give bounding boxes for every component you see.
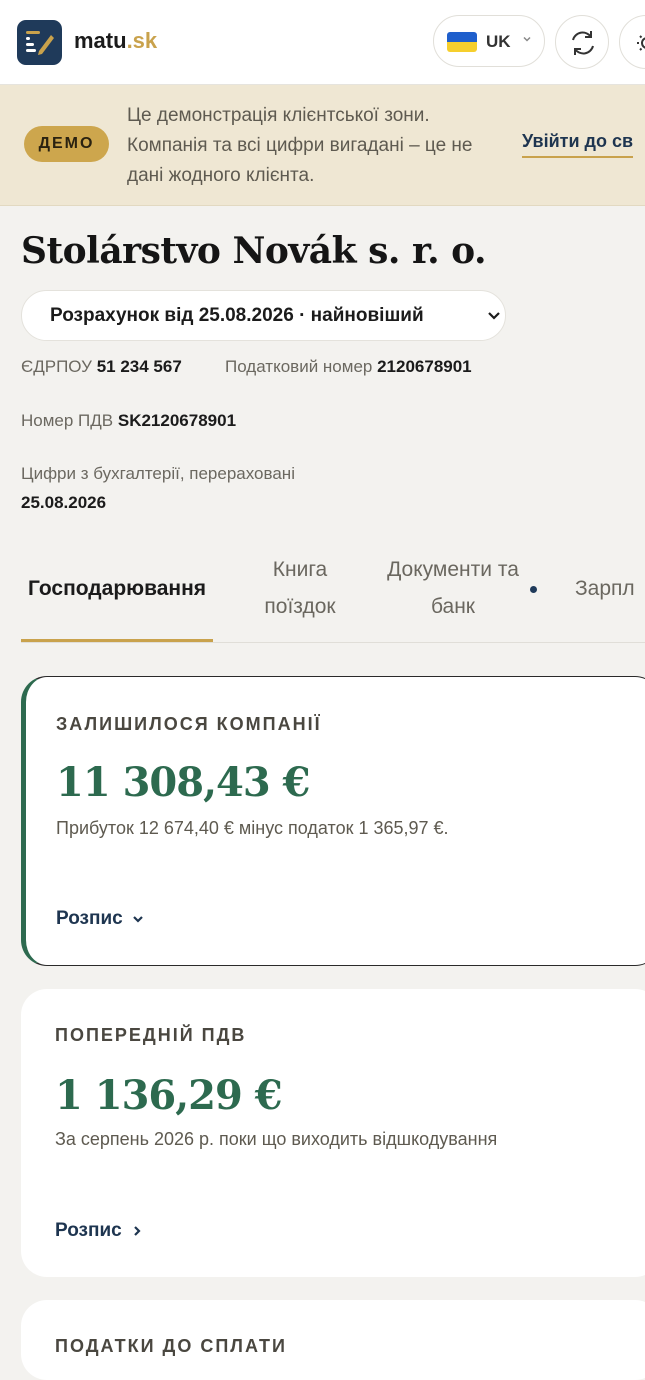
recalc-date: 25.08.2026	[21, 493, 107, 512]
tab-salary[interactable]: Зарпл	[575, 570, 635, 607]
refresh-icon	[572, 31, 594, 55]
tab-business[interactable]: Господарювання	[21, 570, 213, 607]
language-selector[interactable]: UK	[433, 15, 545, 67]
card-amount: 1 136,29 €	[55, 1072, 283, 1119]
company-name: Stolárstvo Novák s. r. o.	[21, 230, 487, 272]
taxes-to-pay-card: ПОДАТКИ ДО СПЛАТИ	[21, 1300, 645, 1380]
chevron-down-icon	[482, 303, 506, 332]
tab-documents-bank[interactable]: Документи та банк	[386, 551, 520, 625]
tax-number-value: 2120678901	[377, 357, 472, 376]
tax-number-row: Податковий номер 2120678901	[225, 357, 472, 377]
flag-ua-icon	[447, 32, 477, 52]
demo-badge: ДЕМО	[24, 126, 109, 162]
notification-dot	[530, 586, 537, 593]
login-link[interactable]: Увійти до св	[522, 131, 634, 158]
demo-banner-text: Це демонстрація клієнтської зони. Компан…	[127, 105, 473, 186]
edrpou-label: ЄДРПОУ	[21, 357, 92, 376]
vat-number-row: Номер ПДВ SK2120678901	[21, 411, 236, 431]
chevron-down-icon	[522, 33, 532, 47]
logo-wordmark[interactable]: matu.sk	[74, 28, 157, 54]
top-header: matu.sk UK	[0, 0, 645, 85]
recalc-text: Цифри з бухгалтерії, перераховані	[21, 464, 295, 483]
language-code: UK	[486, 32, 511, 51]
theme-sun-icon	[637, 35, 645, 51]
breakdown-link[interactable]: Розпис	[55, 1220, 144, 1242]
preliminary-vat-card: ПОПЕРЕДНІЙ ПДВ 1 136,29 € За серпень 202…	[21, 989, 645, 1277]
tab-trip-book[interactable]: Книга поїздок	[246, 551, 354, 625]
tax-number-label: Податковий номер	[225, 357, 373, 376]
card-label: ПОПЕРЕДНІЙ ПДВ	[55, 1025, 247, 1045]
card-label: ЗАЛИШИЛОСЯ КОМПАНІЇ	[56, 714, 322, 734]
company-remaining-card: ЗАЛИШИЛОСЯ КОМПАНІЇ 11 308,43 € Прибуток…	[21, 676, 645, 966]
card-description: За серпень 2026 р. поки що виходить відш…	[55, 1129, 498, 1149]
card-label: ПОДАТКИ ДО СПЛАТИ	[55, 1336, 287, 1356]
chevron-down-icon	[132, 916, 143, 923]
tabs-divider	[21, 642, 645, 643]
logo-icon[interactable]	[17, 20, 62, 65]
card-description: Прибуток 12 674,40 € мінус податок 1 365…	[56, 818, 449, 838]
breakdown-toggle[interactable]: Розпис	[56, 908, 145, 930]
theme-toggle-button[interactable]	[619, 15, 645, 69]
vat-number-value: SK2120678901	[117, 411, 237, 430]
card-amount: 11 308,43 €	[56, 759, 310, 806]
edrpou-value: 51 234 567	[96, 357, 182, 376]
calculation-select-value: Розрахунок від 25.08.2026 · найновіший	[50, 305, 424, 326]
edrpou-row: ЄДРПОУ 51 234 567	[21, 357, 182, 377]
vat-number-label: Номер ПДВ	[21, 411, 114, 430]
chevron-right-icon	[133, 1226, 141, 1236]
calculation-select[interactable]: Розрахунок від 25.08.2026 · найновіший	[21, 290, 506, 341]
refresh-button[interactable]	[555, 15, 609, 69]
